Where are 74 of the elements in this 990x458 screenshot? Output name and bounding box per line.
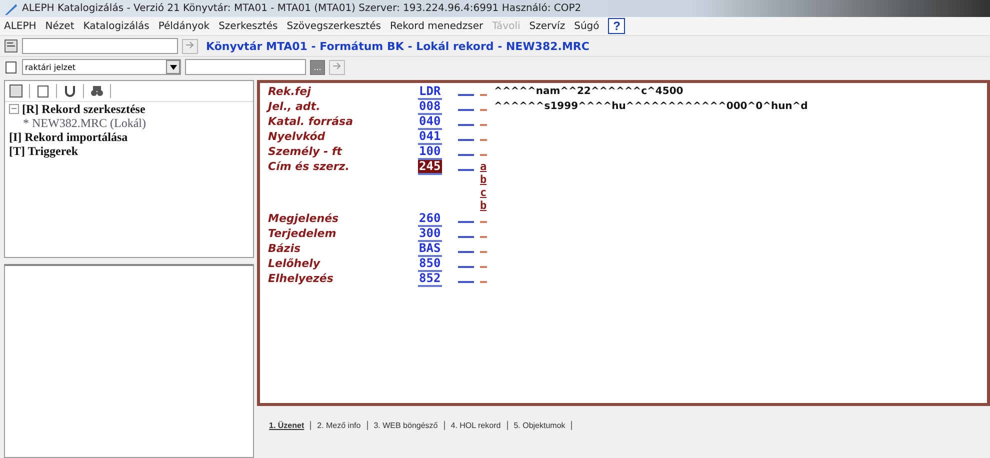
field-label: Cím és szerz.	[268, 160, 350, 173]
field-content: ^^^^^^s1999^^^^hu^^^^^^^^^^^^000^0^hun^d	[494, 100, 809, 113]
field-tag[interactable]: LDR	[418, 85, 442, 100]
indicator-line	[458, 94, 474, 96]
tab[interactable]: 2. Mező info	[317, 420, 368, 430]
field-label: Katal. forrása	[268, 115, 354, 128]
menu-item[interactable]: Súgó	[574, 20, 600, 32]
tree-item[interactable]: [T] Triggerek	[9, 144, 78, 158]
menu-item[interactable]: Szervíz	[529, 20, 566, 32]
field-label: Lelőhely	[268, 257, 322, 270]
indicator-line	[458, 236, 474, 238]
field-tag[interactable]: 040	[418, 115, 442, 130]
field-tag[interactable]: BAS	[418, 242, 442, 257]
record-title: Könyvtár MTA01 - Formátum BK - Lokál rekord - NEW382.MRC	[206, 40, 590, 52]
subfield-code[interactable]: c	[480, 186, 494, 199]
document-icon[interactable]	[4, 60, 18, 74]
menu-item[interactable]: Szövegszerkesztés	[286, 20, 381, 32]
arrow-icon	[332, 62, 342, 70]
dropdown-button[interactable]	[166, 60, 180, 74]
field-label: Megjelenés	[268, 212, 340, 225]
indicator-line	[458, 124, 474, 126]
tab[interactable]: 3. WEB böngésző	[374, 420, 445, 430]
field-label: Nyelvkód	[268, 130, 326, 143]
field-tag[interactable]: 852	[418, 272, 442, 287]
index-select[interactable]: raktári jelzet	[22, 59, 181, 75]
arrow-icon	[186, 40, 194, 48]
field-content: ^^^^^nam^^22^^^^^^c^4500	[494, 85, 684, 98]
tree-item[interactable]: [I] Rekord importálása	[9, 130, 128, 144]
menu-item[interactable]: ALEPH	[4, 20, 36, 32]
field-tag[interactable]: 300	[418, 227, 442, 242]
field-label: Rek.fej	[268, 85, 312, 98]
field-tag[interactable]: 245	[418, 160, 442, 175]
indicator-line	[458, 221, 474, 223]
subfield-code[interactable]: b	[480, 199, 494, 212]
indicator-line	[458, 251, 474, 253]
field-tag[interactable]: 260	[418, 212, 442, 227]
value-field[interactable]	[185, 59, 306, 75]
indicator-line	[458, 154, 474, 156]
field-tag[interactable]: 041	[418, 130, 442, 145]
tree-item[interactable]: [R] Rekord szerkesztése	[22, 102, 146, 116]
window-title: ALEPH Katalogizálás - Verzió 21 Könyvtár: MTA01 - MTA01 (MTA01) Szerver: 193.224.96.4:6991 Használó: COP2	[22, 3, 582, 14]
field-tag[interactable]: 850	[418, 257, 442, 272]
menu-item[interactable]: Nézet	[45, 20, 74, 32]
browse-button[interactable]: ...	[310, 60, 325, 74]
field-label: Jel., adt.	[268, 100, 322, 113]
record-icon[interactable]	[9, 84, 23, 98]
field-label: Elhelyezés	[268, 272, 334, 285]
binoculars-icon[interactable]	[90, 84, 104, 98]
caret-icon	[170, 64, 176, 70]
tree-item[interactable]: * NEW382.MRC (Lokál)	[23, 116, 146, 130]
subfield-code[interactable]: a	[480, 160, 494, 173]
indicator-line	[458, 109, 474, 111]
tab[interactable]: 5. Objektumok	[514, 420, 572, 430]
help-button[interactable]: ?	[608, 18, 626, 34]
field-label: Bázis	[268, 242, 302, 255]
menu-item[interactable]: Katalogizálás	[83, 20, 150, 32]
magnet-icon[interactable]	[63, 84, 77, 98]
indicator-line	[458, 139, 474, 141]
menu-item[interactable]: Szerkesztés	[218, 20, 278, 32]
document-icon[interactable]	[36, 84, 50, 98]
field-label: Terjedelem	[268, 227, 338, 240]
record-icon[interactable]	[4, 39, 18, 53]
tab[interactable]: 1. Üzenet	[269, 420, 312, 430]
menu-item[interactable]: Példányok	[158, 20, 210, 32]
indicator-line	[458, 169, 474, 171]
search-field[interactable]	[22, 38, 178, 54]
menu-item[interactable]: Rekord menedzser	[390, 20, 484, 32]
field-label: Személy - ft	[268, 145, 344, 158]
field-tag[interactable]: 008	[418, 100, 442, 115]
collapse-toggle[interactable]: −	[9, 104, 19, 114]
indicator-line	[458, 266, 474, 268]
tab[interactable]: 4. HOL rekord	[450, 420, 508, 430]
subfield-code[interactable]: b	[480, 173, 494, 186]
indicator-line	[458, 281, 474, 283]
